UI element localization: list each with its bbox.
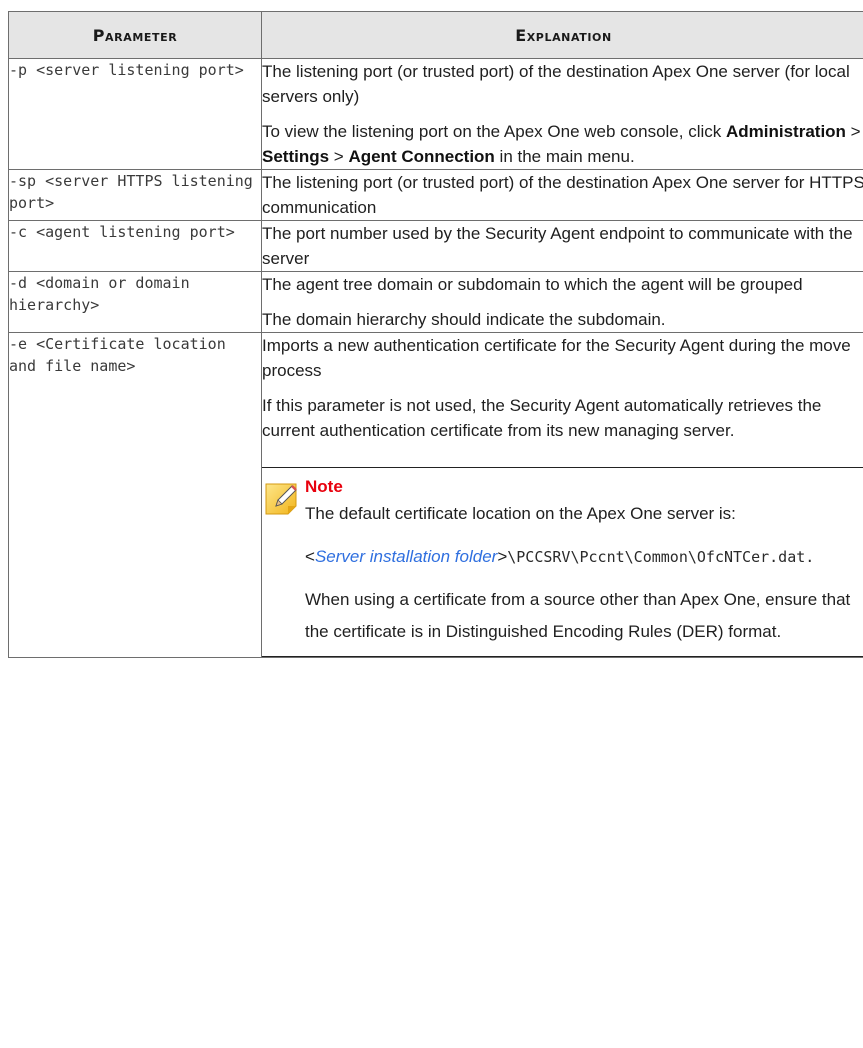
param-cell: -p <server listening port> xyxy=(8,58,262,170)
nav-separator: > xyxy=(329,147,349,166)
explanation-cell: The listening port (or trusted port) of … xyxy=(261,169,863,221)
param-cell: -d <domain or domain hierarchy> xyxy=(8,271,262,333)
explanation-cell: Imports a new authentication certificate… xyxy=(261,332,863,658)
param-cell: -e <Certificate location and file name> xyxy=(8,332,262,658)
explanation-nav-text: To view the listening port on the Apex O… xyxy=(262,119,863,169)
explanation-text: The listening port (or trusted port) of … xyxy=(262,62,850,106)
note-body: Note The default certificate location on… xyxy=(305,468,863,648)
header-parameter: Parameter xyxy=(8,11,262,59)
path-close: > xyxy=(497,547,508,566)
explanation-text: Imports a new authentication certificate… xyxy=(262,336,851,380)
server-folder-link[interactable]: Server installation folder xyxy=(315,547,497,566)
note-text: The default certificate location on the … xyxy=(305,504,736,523)
path-rest: \PCCSRV\Pccnt\Common\OfcNTCer.dat. xyxy=(507,548,815,566)
explanation-text: The agent tree domain or subdomain to wh… xyxy=(262,275,803,294)
path-open: < xyxy=(305,547,315,566)
table-header-row: Parameter Explanation xyxy=(8,11,863,59)
header-explanation: Explanation xyxy=(261,11,863,59)
note-path: <Server installation folder>\PCCSRV\Pccn… xyxy=(305,541,863,573)
nav-prefix: To view the listening port on the Apex O… xyxy=(262,122,726,141)
note-title: Note xyxy=(305,477,343,496)
param-cell: -sp <server HTTPS listening port> xyxy=(8,169,262,221)
explanation-text: The port number used by the Security Age… xyxy=(262,224,853,268)
nav-separator: > xyxy=(845,122,861,141)
menu-item-administration: Administration xyxy=(725,122,846,141)
menu-item-agent-connection: Agent Connection xyxy=(348,147,495,166)
note-text: When using a certificate from a source o… xyxy=(305,590,851,641)
explanation-text: The domain hierarchy should indicate the… xyxy=(262,310,666,329)
table-row: -p <server listening port> The listening… xyxy=(8,58,863,170)
table-row: -d <domain or domain hierarchy> The agen… xyxy=(8,271,863,333)
note-pencil-icon xyxy=(265,483,297,515)
explanation-text: If this parameter is not used, the Secur… xyxy=(262,396,822,440)
explanation-cell: The port number used by the Security Age… xyxy=(261,220,863,272)
note-divider xyxy=(262,656,863,657)
table-row: -e <Certificate location and file name> … xyxy=(8,332,863,658)
parameters-table: Parameter Explanation -p <server listeni… xyxy=(8,11,863,658)
explanation-text: The listening port (or trusted port) of … xyxy=(262,173,863,217)
table-row: -sp <server HTTPS listening port> The li… xyxy=(8,169,863,221)
explanation-cell: The agent tree domain or subdomain to wh… xyxy=(261,271,863,333)
table-row: -c <agent listening port> The port numbe… xyxy=(8,220,863,272)
explanation-cell: The listening port (or trusted port) of … xyxy=(261,58,863,170)
note-box: Note The default certificate location on… xyxy=(262,467,863,657)
param-cell: -c <agent listening port> xyxy=(8,220,262,272)
menu-item-settings: Settings xyxy=(262,147,330,166)
nav-suffix: in the main menu. xyxy=(494,147,635,166)
